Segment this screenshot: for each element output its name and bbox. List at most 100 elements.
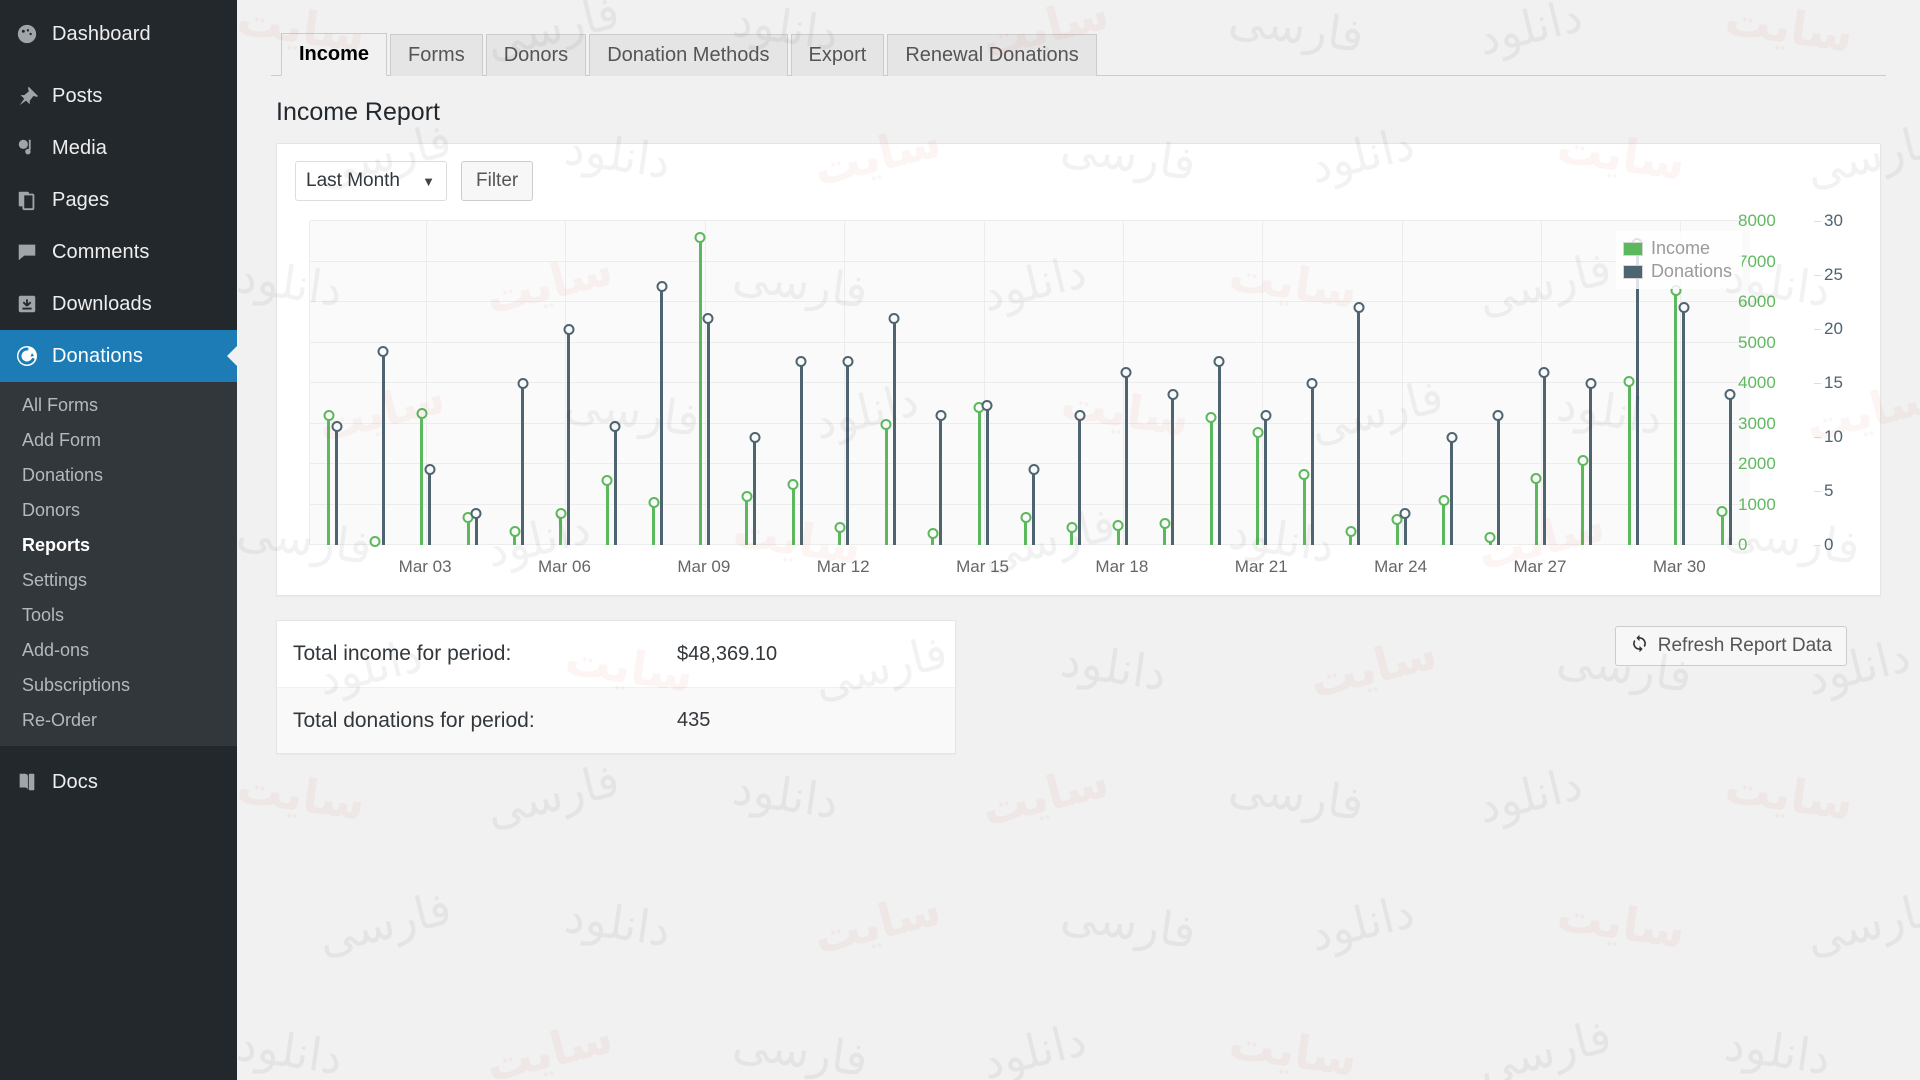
table-row: Total donations for period: 435 (277, 687, 955, 753)
sidebar-item-label: Comments (52, 240, 150, 263)
chart-x-tick: Mar 09 (677, 557, 731, 576)
download-icon (14, 291, 40, 317)
chart-gridline (1540, 221, 1542, 545)
submenu-item-add-ons[interactable]: Add-ons (0, 633, 237, 668)
sidebar-separator (0, 60, 237, 70)
submenu-item-add-form[interactable]: Add Form (0, 423, 237, 458)
chart-stem-donations (749, 432, 761, 545)
chart-gridline (310, 422, 1750, 424)
chart-gridline (426, 221, 428, 545)
watermark-mark: دانلود (561, 888, 674, 958)
tab-income[interactable]: Income (281, 33, 388, 76)
chart-gridline (1122, 221, 1124, 545)
filter-button[interactable]: Filter (461, 161, 534, 201)
chart-gridline (310, 260, 1750, 262)
date-range-selected-value: Last Month (306, 170, 400, 191)
watermark-mark: دانلود (237, 1016, 346, 1080)
chart-x-tick: Mar 03 (398, 557, 452, 576)
chart-stem-income (1530, 473, 1542, 545)
chart-stem-donations (1260, 410, 1272, 545)
chart-stem-donations (981, 399, 993, 545)
total-donations-value: 435 (677, 709, 711, 731)
chart-stem-donations (1213, 356, 1225, 545)
tab-export[interactable]: Export (790, 34, 885, 76)
chevron-down-icon: ▼ (422, 173, 435, 189)
chart-stem-donations (795, 356, 807, 545)
sidebar-item-posts[interactable]: Posts (0, 70, 237, 122)
submenu-item-settings[interactable]: Settings (0, 563, 237, 598)
total-income-value: $48,369.10 (677, 642, 778, 665)
chart-x-tick: Mar 21 (1234, 557, 1288, 576)
tab-donation-methods[interactable]: Donation Methods (589, 34, 788, 76)
chart-y-axis-donations: 0 5 10 15 20 25 30 (1813, 211, 1866, 554)
legend-swatch-income (1622, 241, 1643, 256)
watermark-mark: دانلود (976, 1012, 1092, 1080)
total-income-label: Total income for period: (293, 642, 512, 665)
submenu-item-reports[interactable]: Reports (0, 528, 237, 563)
chart-stem-income (1623, 375, 1635, 545)
tab-forms[interactable]: Forms (390, 34, 483, 76)
refresh-report-data-label: Refresh Report Data (1657, 635, 1832, 656)
chart-stem-donations (1120, 367, 1132, 545)
tab-donors[interactable]: Donors (485, 34, 587, 76)
donations-icon (14, 343, 40, 369)
sidebar-item-label: Media (52, 136, 107, 159)
chart-stem-donations (1074, 410, 1086, 545)
sidebar-item-comments[interactable]: Comments (0, 226, 237, 278)
chart-y-tick-income: 5000 (1738, 332, 1776, 352)
current-menu-arrow (227, 346, 237, 366)
totals-table: Total income for period: $48,369.10 Tota… (276, 620, 956, 754)
watermark-mark: فارسی (312, 880, 457, 966)
chart-y-axis-income: 0 1000 2000 3000 4000 5000 6000 7000 8000 (1738, 211, 1812, 554)
sidebar-item-pages[interactable]: Pages (0, 174, 237, 226)
chart-stem-income (1484, 531, 1496, 545)
chart-gridline (565, 221, 567, 545)
sidebar-item-dashboard[interactable]: Dashboard (0, 8, 237, 60)
chart-stem-donations (888, 313, 900, 545)
income-chart: 0 1000 2000 3000 4000 5000 6000 7000 8000 0 5 10 15… (287, 211, 1870, 591)
chart-stem-income (1345, 525, 1357, 545)
chart-stem-donations (609, 421, 621, 545)
chart-stem-income (509, 525, 521, 545)
submenu-item-donors[interactable]: Donors (0, 493, 237, 528)
chart-stem-income (1438, 495, 1450, 545)
watermark-mark: دانلود (729, 760, 842, 830)
chart-stem-donations (1028, 464, 1039, 545)
submenu-item-tools[interactable]: Tools (0, 598, 237, 633)
chart-stem-income (1205, 412, 1217, 545)
sidebar-docs-block: Docs (0, 756, 237, 808)
total-donations-label: Total donations for period: (293, 708, 535, 732)
chart-gridline (983, 221, 985, 545)
chart-x-tick: Mar 27 (1513, 557, 1567, 576)
legend-item-donations: Donations (1622, 261, 1732, 282)
sidebar-item-media[interactable]: Media (0, 122, 237, 174)
legend-label-income: Income (1650, 238, 1710, 258)
sidebar-item-downloads[interactable]: Downloads (0, 278, 237, 330)
chart-y-tick-income: 7000 (1738, 251, 1776, 271)
sidebar-item-docs[interactable]: Docs (0, 756, 237, 808)
refresh-report-data-button[interactable]: Refresh Report Data (1614, 626, 1847, 666)
chart-x-tick: Mar 24 (1374, 557, 1428, 576)
chart-y-tick-income: 0 (1738, 535, 1748, 554)
submenu-item-subscriptions[interactable]: Subscriptions (0, 668, 237, 703)
submenu-item-all-forms[interactable]: All Forms (0, 388, 237, 423)
date-range-select[interactable]: Last Month ▼ (295, 161, 447, 201)
tab-renewal-donations[interactable]: Renewal Donations (887, 34, 1097, 76)
report-tabs: Income Forms Donors Donation Methods Exp… (271, 30, 1886, 76)
chart-y-tick-donations: 30 (1814, 211, 1843, 230)
chart-y-tick-income: 8000 (1738, 211, 1776, 230)
chart-stem-income (1066, 521, 1078, 545)
sidebar-item-label: Docs (52, 770, 98, 793)
sidebar-item-donations[interactable]: Donations (0, 330, 237, 382)
submenu-item-donations[interactable]: Donations (0, 458, 237, 493)
chart-stem-donations (1399, 507, 1411, 545)
chart-stem-income (880, 418, 892, 545)
watermark-mark: فارسی (1472, 1008, 1617, 1080)
chart-stem-income (787, 479, 799, 545)
admin-sidebar: Dashboard Posts Media Pages Comments Dow… (0, 0, 237, 1080)
chart-stem-donations (377, 345, 389, 545)
submenu-item-re-order[interactable]: Re-Order (0, 703, 237, 738)
chart-stem-donations (1724, 388, 1736, 545)
chart-x-tick: Mar 18 (1095, 557, 1149, 576)
media-icon (14, 135, 40, 161)
